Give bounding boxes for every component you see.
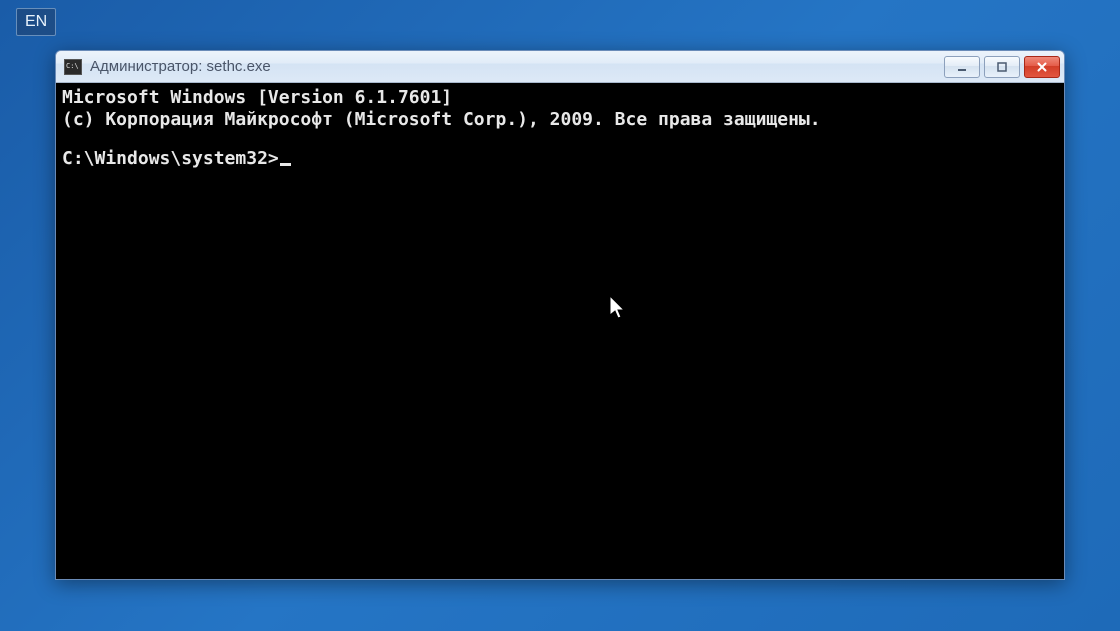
mouse-cursor-icon <box>609 295 629 323</box>
cursor-icon <box>280 163 291 166</box>
titlebar[interactable]: C:\ Администратор: sethc.exe <box>56 51 1064 83</box>
maximize-button[interactable] <box>984 56 1020 78</box>
window-controls <box>944 56 1060 78</box>
window-title: Администратор: sethc.exe <box>90 58 944 75</box>
close-icon <box>1036 61 1048 73</box>
language-indicator[interactable]: EN <box>16 8 56 36</box>
language-indicator-label: EN <box>25 13 47 30</box>
console-prompt: C:\Windows\system32> <box>62 148 279 169</box>
cmd-icon-text: C:\ <box>66 63 79 70</box>
close-button[interactable] <box>1024 56 1060 78</box>
minimize-button[interactable] <box>944 56 980 78</box>
minimize-icon <box>956 61 968 73</box>
console-prompt-line: C:\Windows\system32> <box>62 148 1058 170</box>
console-area[interactable]: Microsoft Windows [Version 6.1.7601] (c)… <box>56 83 1064 579</box>
console-line-version: Microsoft Windows [Version 6.1.7601] <box>62 87 1058 109</box>
cmd-window: C:\ Администратор: sethc.exe Microsoft W… <box>55 50 1065 580</box>
console-line-copyright: (c) Корпорация Майкрософт (Microsoft Cor… <box>62 109 1058 131</box>
cmd-icon: C:\ <box>64 59 82 75</box>
maximize-icon <box>996 61 1008 73</box>
